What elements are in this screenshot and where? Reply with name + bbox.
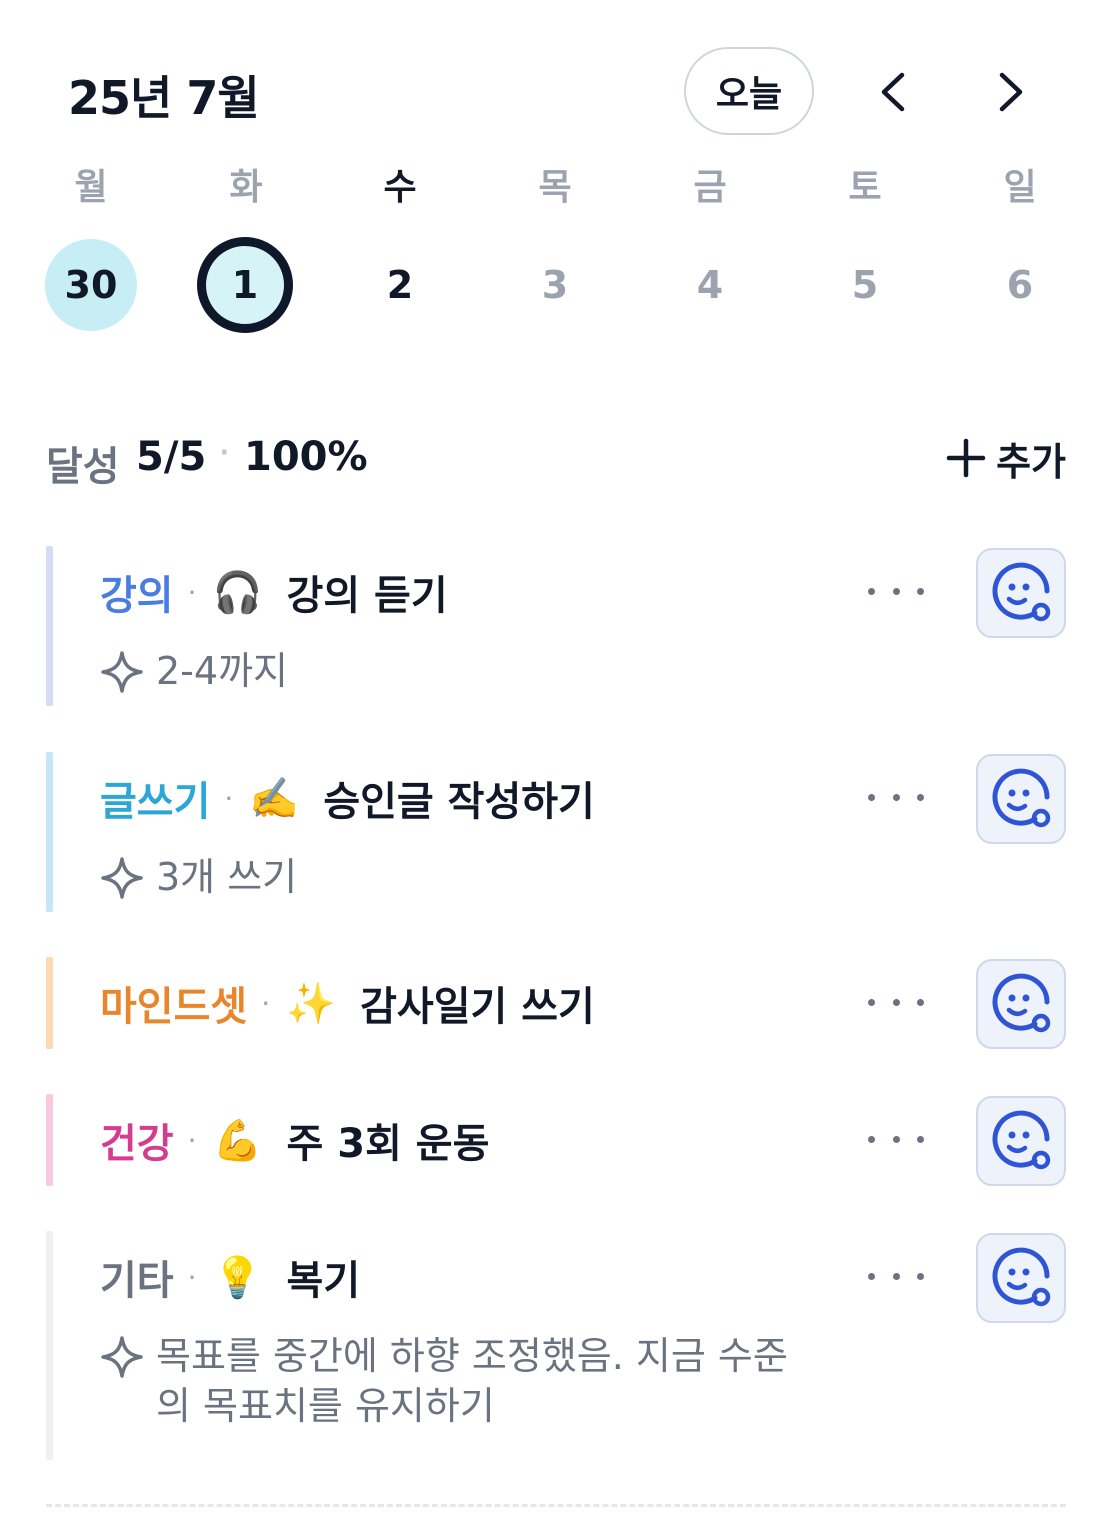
goal-title: 승인글 작성하기 — [323, 779, 595, 825]
smiley-icon — [992, 562, 1051, 622]
goal-title: 주 3회 운동 — [286, 1121, 490, 1167]
goal-note: 2-4까지 — [156, 649, 288, 693]
more-options-button[interactable] — [868, 1124, 924, 1154]
goal-separator: · — [224, 781, 234, 815]
headphones-icon: 🎧 — [212, 569, 263, 616]
goal-item[interactable]: 마인드셋 · ✨ 감사일기 쓰기 — [46, 957, 1066, 1049]
goal-title-row: 마인드셋 · ✨ 감사일기 쓰기 — [100, 975, 595, 1031]
smiley-icon — [992, 973, 1051, 1033]
goal-separator: · — [261, 986, 271, 1020]
smiley-icon — [992, 1110, 1051, 1170]
light-bulb-icon: 💡 — [212, 1254, 263, 1301]
goal-title: 복기 — [286, 1258, 361, 1304]
goal-note: 3개 쓰기 — [156, 855, 298, 899]
goal-item[interactable]: 글쓰기 · ✍️ 승인글 작성하기 3개 쓰기 — [46, 752, 1066, 912]
summary-separator: · — [218, 430, 231, 476]
weekday-label: 수 — [383, 167, 417, 208]
weekday-label: 화 — [229, 167, 263, 208]
goal-separator: · — [187, 575, 197, 609]
goal-separator: · — [187, 1123, 197, 1157]
goal-title-row: 강의 · 🎧 강의 듣기 — [100, 564, 448, 620]
achievement-summary: 달성 5/5 · 100% 추가 — [46, 430, 1066, 490]
goal-note: 목표를 중간에 하향 조정했음. 지금 수준의 목표치를 유지하기 — [156, 1334, 788, 1428]
add-goal-label: 추가 — [996, 439, 1066, 484]
goal-category: 강의 — [100, 573, 174, 619]
goal-item[interactable]: 강의 · 🎧 강의 듣기 2-4까지 — [46, 546, 1066, 706]
goal-category: 건강 — [100, 1121, 174, 1167]
weekday-label: 토 — [848, 167, 882, 208]
category-color-bar — [46, 546, 53, 706]
goal-note-row: 2-4까지 — [100, 646, 796, 696]
goal-category: 기타 — [100, 1258, 174, 1304]
goal-title: 감사일기 쓰기 — [360, 984, 595, 1030]
smiley-icon — [992, 768, 1051, 828]
date-cell-selected[interactable]: 1 — [197, 237, 293, 333]
calendar-goal-screen: 25년 7월 오늘 월 화 수 목 금 토 일 30 1 2 3 4 5 6 달… — [0, 0, 1112, 1522]
goal-item[interactable]: 건강 · 💪 주 3회 운동 — [46, 1094, 1066, 1186]
smiley-icon — [992, 1247, 1051, 1307]
today-button[interactable]: 오늘 — [684, 47, 814, 135]
weekday-row: 월 화 수 목 금 토 일 — [0, 150, 1112, 220]
goal-title-row: 글쓰기 · ✍️ 승인글 작성하기 — [100, 770, 595, 826]
prev-week-button[interactable] — [863, 62, 923, 122]
date-cell[interactable]: 4 — [662, 237, 758, 333]
goal-separator: · — [187, 1260, 197, 1294]
add-goal-button[interactable]: 추가 — [946, 430, 1066, 486]
goal-note-row: 목표를 중간에 하향 조정했음. 지금 수준의 목표치를 유지하기 — [100, 1331, 796, 1431]
date-row: 30 1 2 3 4 5 6 — [0, 232, 1112, 342]
mood-check-button[interactable] — [976, 1096, 1066, 1186]
goal-category: 마인드셋 — [100, 984, 248, 1030]
month-title: 25년 7월 — [68, 71, 260, 125]
category-color-bar — [46, 1094, 53, 1186]
more-options-button[interactable] — [868, 576, 924, 606]
goal-title-row: 기타 · 💡 복기 — [100, 1249, 360, 1305]
date-cell[interactable]: 6 — [972, 237, 1068, 333]
chevron-right-icon — [999, 72, 1023, 112]
category-color-bar — [46, 957, 53, 1049]
mood-check-button[interactable] — [976, 548, 1066, 638]
sparkle-icon — [101, 857, 143, 899]
calendar-header: 25년 7월 오늘 — [0, 0, 1112, 140]
date-cell[interactable]: 3 — [507, 237, 603, 333]
date-cell[interactable]: 2 — [352, 237, 448, 333]
goal-title: 강의 듣기 — [286, 573, 448, 619]
goal-item[interactable]: 기타 · 💡 복기 목표를 중간에 하향 조정했음. 지금 수준의 목표치를 유… — [46, 1231, 1066, 1460]
goal-title-row: 건강 · 💪 주 3회 운동 — [100, 1112, 489, 1168]
writing-hand-icon: ✍️ — [249, 775, 300, 822]
more-options-button[interactable] — [868, 1261, 924, 1291]
next-week-button[interactable] — [981, 62, 1041, 122]
goal-category: 글쓰기 — [100, 779, 211, 825]
weekday-label: 금 — [693, 167, 727, 208]
weekday-label: 목 — [538, 167, 572, 208]
plus-icon — [946, 438, 986, 478]
more-options-button[interactable] — [868, 782, 924, 812]
section-divider — [46, 1504, 1066, 1507]
sparkles-icon: ✨ — [286, 980, 337, 1027]
achievement-percent: 100% — [244, 434, 368, 480]
achievement-count: 5/5 — [136, 434, 207, 480]
achievement-label: 달성 — [46, 444, 120, 490]
mood-check-button[interactable] — [976, 754, 1066, 844]
date-cell[interactable]: 5 — [817, 237, 913, 333]
category-color-bar — [46, 1231, 53, 1460]
category-color-bar — [46, 752, 53, 912]
mood-check-button[interactable] — [976, 959, 1066, 1049]
chevron-left-icon — [881, 72, 905, 112]
mood-check-button[interactable] — [976, 1233, 1066, 1323]
date-cell[interactable]: 30 — [45, 239, 137, 331]
sparkle-icon — [101, 651, 143, 693]
weekday-label: 일 — [1003, 167, 1037, 208]
weekday-label: 월 — [74, 167, 108, 208]
more-options-button[interactable] — [868, 987, 924, 1017]
goal-note-row: 3개 쓰기 — [100, 852, 796, 902]
sparkle-icon — [101, 1336, 143, 1378]
flexed-biceps-icon: 💪 — [212, 1117, 263, 1164]
